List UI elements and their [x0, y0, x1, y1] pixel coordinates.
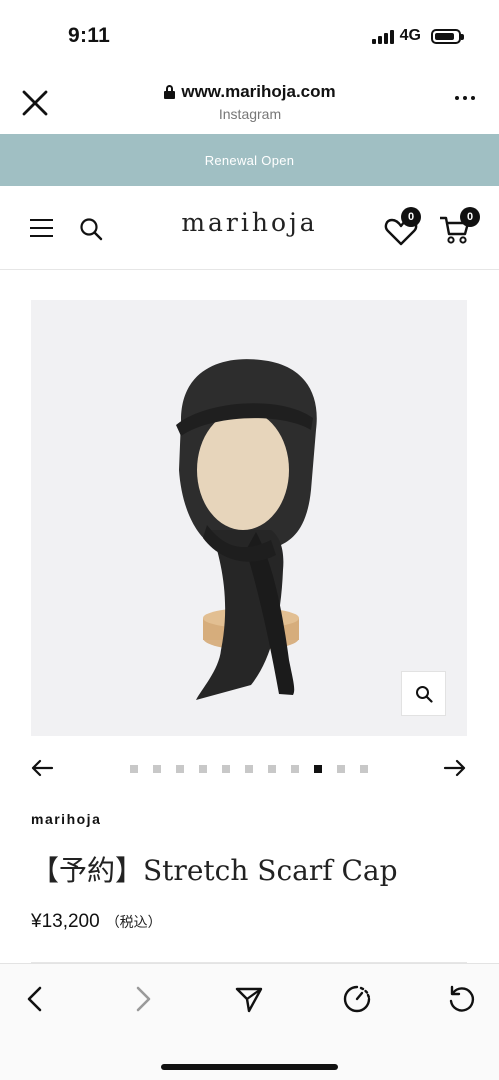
reload-button[interactable]: [445, 982, 479, 1016]
browser-toolbar: [0, 963, 499, 1080]
search-icon: [80, 218, 103, 241]
back-button[interactable]: [18, 982, 52, 1016]
next-image-button[interactable]: [443, 758, 467, 778]
speed-icon: [343, 985, 371, 1013]
cart-count-badge: 0: [460, 207, 480, 227]
back-icon: [27, 986, 42, 1012]
url-display[interactable]: www.marihoja.com Instagram: [100, 82, 400, 122]
product-price: ¥13,200: [31, 911, 100, 932]
reload-icon: [449, 985, 475, 1012]
product-image[interactable]: [31, 300, 467, 736]
close-button[interactable]: [18, 86, 52, 120]
image-carousel-nav: [0, 752, 499, 784]
announcement-banner[interactable]: Renewal Open: [0, 134, 499, 186]
carousel-dot[interactable]: [245, 765, 253, 773]
wishlist-button[interactable]: 0: [384, 207, 424, 246]
carousel-dots: [130, 765, 368, 773]
search-button[interactable]: [79, 217, 103, 241]
status-bar: 9:11 4G: [0, 0, 499, 70]
carousel-dot[interactable]: [268, 765, 276, 773]
cart-button[interactable]: 0: [438, 207, 484, 245]
home-indicator: [161, 1064, 338, 1070]
arrow-right-icon: [443, 759, 466, 777]
status-time: 9:11: [68, 24, 111, 47]
site-header: marihoja 0 0: [0, 186, 499, 270]
menu-button[interactable]: [30, 219, 53, 237]
carousel-dot[interactable]: [176, 765, 184, 773]
site-logo[interactable]: marihoja: [0, 208, 499, 237]
url-text: www.marihoja.com: [181, 82, 336, 101]
carousel-dot[interactable]: [291, 765, 299, 773]
tax-note: （税込）: [105, 914, 162, 930]
carousel-dot[interactable]: [153, 765, 161, 773]
close-icon: [22, 90, 48, 116]
zoom-button[interactable]: [401, 671, 446, 716]
product-title: 【予約】Stretch Scarf Cap: [31, 854, 398, 887]
carousel-dot[interactable]: [222, 765, 230, 773]
more-icon: [455, 96, 459, 100]
network-label: 4G: [399, 27, 421, 44]
lock-icon: [164, 85, 176, 99]
carousel-dot[interactable]: [337, 765, 345, 773]
arrow-left-icon: [31, 759, 54, 777]
previous-image-button[interactable]: [30, 758, 54, 778]
forward-button[interactable]: [126, 982, 160, 1016]
wishlist-count-badge: 0: [401, 207, 421, 227]
forward-icon: [136, 986, 151, 1012]
share-button[interactable]: [232, 982, 266, 1016]
speed-button[interactable]: [340, 982, 374, 1016]
carousel-dot[interactable]: [360, 765, 368, 773]
carousel-dot[interactable]: [130, 765, 138, 773]
zoom-icon: [415, 685, 433, 703]
carousel-dot[interactable]: [199, 765, 207, 773]
battery-icon: [431, 28, 464, 44]
price-row: ¥13,200 （税込）: [31, 911, 162, 933]
browser-source-label: Instagram: [218, 106, 282, 122]
more-options-button[interactable]: [455, 96, 475, 100]
product-vendor[interactable]: marihoja: [31, 811, 101, 827]
carousel-dot[interactable]: [314, 765, 322, 773]
share-icon: [235, 987, 263, 1013]
signal-icon: [371, 29, 394, 44]
status-indicators: 4G: [371, 27, 464, 45]
in-app-browser-header: www.marihoja.com Instagram: [0, 70, 499, 134]
